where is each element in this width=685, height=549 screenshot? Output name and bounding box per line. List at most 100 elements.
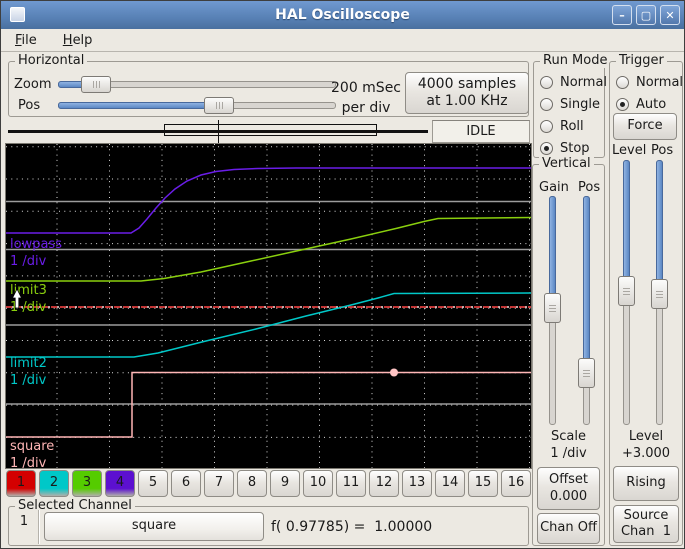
trigger-edge-button[interactable]: Rising xyxy=(613,466,679,501)
app-icon xyxy=(10,7,25,22)
run-mode-roll[interactable]: Roll xyxy=(534,115,604,137)
vertical-pos-thumb[interactable] xyxy=(578,357,595,388)
run-mode-frame-label: Run Mode xyxy=(540,53,611,68)
force-button[interactable]: Force xyxy=(613,113,677,140)
minimize-button[interactable]: – xyxy=(612,5,632,25)
maximize-button[interactable]: ▢ xyxy=(636,5,656,25)
channel-button-6[interactable]: 6 xyxy=(171,470,201,497)
vertical-scale-readout: Scale 1 /div xyxy=(532,429,605,463)
channel-button-13[interactable]: 13 xyxy=(402,470,432,497)
pos-slider-thumb[interactable] xyxy=(203,97,234,114)
trigger-level-thumb[interactable] xyxy=(618,276,635,307)
pos-slider-label: Pos xyxy=(18,98,41,113)
run-mode-normal-radio[interactable] xyxy=(540,75,553,89)
run-mode-options: Normal Single Roll Stop xyxy=(534,71,608,159)
selected-channel-frame-label: Selected Channel xyxy=(15,498,135,513)
run-mode-single-label: Single xyxy=(560,96,600,112)
vertical-pos-slider[interactable] xyxy=(578,196,595,425)
scope-display[interactable]: lowpass 1 /div limit3 1 /div limit2 1 /div squ… xyxy=(5,143,532,471)
channel-button-8[interactable]: 8 xyxy=(237,470,267,497)
samples-rate: at 1.00 KHz xyxy=(426,93,508,109)
trace-scale-limit2: 1 /div xyxy=(10,373,47,388)
selected-channel-source-name: square xyxy=(131,518,177,534)
horizontal-frame-label: Horizontal xyxy=(15,53,88,68)
trigger-source-label: Source xyxy=(623,507,669,523)
record-view-window[interactable] xyxy=(164,124,377,136)
offset-button-value: 0.000 xyxy=(549,488,588,504)
vertical-gain-thumb[interactable] xyxy=(544,292,561,323)
channel-button-3[interactable]: 3 xyxy=(72,470,102,497)
run-mode-normal[interactable]: Normal xyxy=(534,71,608,93)
channel-button-2[interactable]: 2 xyxy=(39,470,69,497)
channel-button-7[interactable]: 7 xyxy=(204,470,234,497)
channel-button-15[interactable]: 15 xyxy=(468,470,498,497)
trigger-pos-thumb[interactable] xyxy=(651,278,668,309)
trigger-mode-auto[interactable]: Auto xyxy=(610,93,682,115)
vertical-scale-value: 1 /div xyxy=(550,445,587,461)
horizontal-pos-slider[interactable] xyxy=(58,97,336,114)
menubar: File Help xyxy=(1,29,684,52)
offset-button[interactable]: Offset 0.000 xyxy=(537,467,600,510)
selected-channel-number: 1 xyxy=(19,514,29,529)
app-window: HAL Oscilloscope – ▢ ✕ File Help Horizonta… xyxy=(0,0,685,549)
menu-help[interactable]: Help xyxy=(59,31,97,50)
samples-count: 4000 samples xyxy=(417,75,517,92)
cursor-value-readout: f( 0.97785) = 1.00000 xyxy=(271,519,433,535)
menu-file[interactable]: File xyxy=(11,31,41,50)
trigger-source-button[interactable]: Source Chan 1 xyxy=(613,505,679,543)
scope-canvas[interactable]: lowpass1 /divlimit31 /divlimit21 /divsqu… xyxy=(6,144,532,471)
trigger-pos-slider[interactable] xyxy=(651,160,668,425)
window-controls: – ▢ ✕ xyxy=(612,5,680,25)
channel-button-11[interactable]: 11 xyxy=(336,470,366,497)
chan-off-button[interactable]: Chan Off xyxy=(537,513,600,544)
gain-slider-label: Gain xyxy=(539,180,569,195)
trace-scale-square: 1 /div xyxy=(10,456,47,468)
offset-button-label: Offset xyxy=(548,472,589,488)
trigger-mode-normal-radio[interactable] xyxy=(616,75,629,89)
run-mode-single-radio[interactable] xyxy=(540,97,553,111)
channel-button-9[interactable]: 9 xyxy=(270,470,300,497)
run-mode-normal-label: Normal xyxy=(560,74,608,90)
chan-off-label: Chan Off xyxy=(540,520,597,536)
channel-button-10[interactable]: 10 xyxy=(303,470,333,497)
run-mode-single[interactable]: Single xyxy=(534,93,604,115)
trigger-mode-normal[interactable]: Normal xyxy=(610,71,683,93)
channel-button-14[interactable]: 14 xyxy=(435,470,465,497)
trigger-level-fill xyxy=(623,160,630,292)
run-mode-stop-radio[interactable] xyxy=(540,141,553,155)
zoom-slider-thumb[interactable] xyxy=(81,76,112,93)
channel-button-12[interactable]: 12 xyxy=(369,470,399,497)
close-button[interactable]: ✕ xyxy=(660,5,680,25)
pos-slider-fill xyxy=(58,102,219,109)
zoom-slider-label: Zoom xyxy=(14,77,52,92)
trigger-pos-fill xyxy=(656,160,663,294)
trigger-level-slider-label: Level xyxy=(612,143,647,158)
acquisition-status: IDLE xyxy=(432,120,530,143)
trigger-mode-auto-radio[interactable] xyxy=(616,97,629,111)
trigger-frame-label: Trigger xyxy=(616,53,667,68)
channel-buttons: 1 2 3 4 5 6 7 8 9 10 11 12 13 14 15 16 xyxy=(6,470,531,497)
horizontal-zoom-slider[interactable] xyxy=(58,76,336,93)
vertical-gain-fill xyxy=(549,196,556,308)
trigger-source-value: Chan 1 xyxy=(620,524,672,539)
run-mode-frame: Run Mode Normal Single Roll Stop xyxy=(533,53,611,159)
trigger-edge-label: Rising xyxy=(626,475,666,491)
trigger-pos-slider-label: Pos xyxy=(651,143,674,158)
run-mode-roll-radio[interactable] xyxy=(540,119,553,133)
samples-button[interactable]: 4000 samples at 1.00 KHz xyxy=(405,72,529,114)
trigger-point-marker xyxy=(390,368,398,377)
vertical-pos-fill xyxy=(583,196,590,373)
titlebar[interactable]: HAL Oscilloscope – ▢ ✕ xyxy=(1,1,684,29)
channel-button-4[interactable]: 4 xyxy=(105,470,135,497)
vertical-gain-slider[interactable] xyxy=(544,196,561,425)
channel-button-16[interactable]: 16 xyxy=(501,470,531,497)
timebase-value: 200 mSec xyxy=(331,80,402,96)
trace-label-square: square xyxy=(10,439,54,454)
selected-channel-source-button[interactable]: square xyxy=(44,512,264,541)
run-mode-roll-label: Roll xyxy=(560,118,584,134)
trace-label-lowpass: lowpass xyxy=(10,237,62,252)
channel-button-1[interactable]: 1 xyxy=(6,470,36,497)
trigger-level-slider[interactable] xyxy=(618,160,635,425)
channel-button-5[interactable]: 5 xyxy=(138,470,168,497)
record-trigger-mark xyxy=(218,120,219,143)
